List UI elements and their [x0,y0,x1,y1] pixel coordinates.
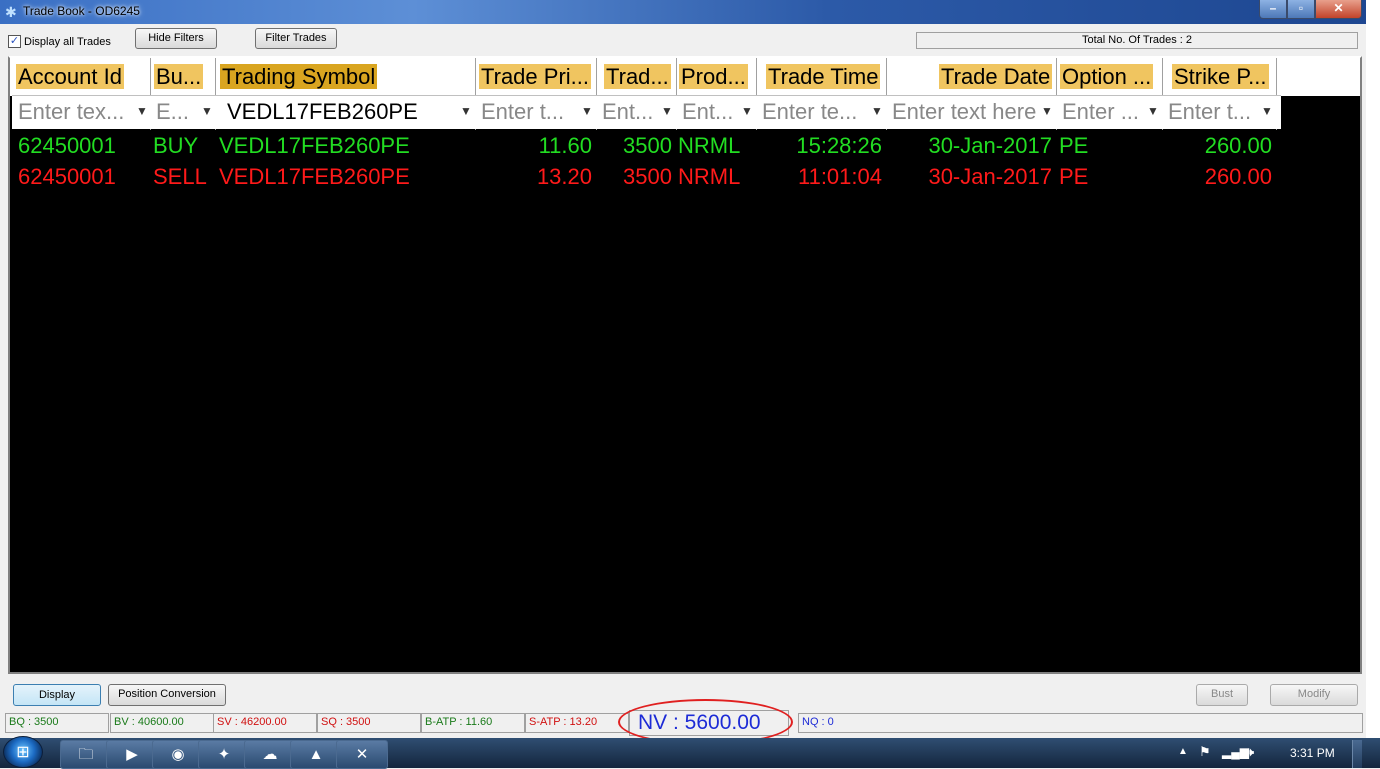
hide-filters-button[interactable]: Hide Filters [135,28,217,49]
filter-input-trading-symbol[interactable]: VEDL17FEB260PE [216,95,486,129]
cell-strike-price[interactable]: 260.00 [1166,131,1272,161]
display-button[interactable]: Display [13,684,101,706]
taskbar-clock[interactable]: 3:31 PM [1290,746,1335,760]
media-player-icon[interactable]: ▶ [106,740,158,769]
chrome-icon[interactable]: ◉ [152,740,204,769]
status-buy-qty: BQ : 3500 [5,713,109,733]
filter-funnel-icon[interactable]: ▼ [201,104,213,118]
column-header-trade-time[interactable]: Trade Time [766,61,882,93]
show-desktop-button[interactable] [1352,740,1362,768]
column-header-strike-price[interactable]: Strike P... [1172,61,1274,93]
close-button[interactable]: ✕ [1315,0,1362,19]
title-bar[interactable] [0,0,1380,24]
cell-trading-symbol[interactable]: VEDL17FEB260PE [219,131,410,161]
status-sell-atp: S-ATP : 13.20 [525,713,629,733]
column-header-trading-symbol[interactable]: Trading Symbol [220,61,472,93]
total-trades-count: Total No. Of Trades : 2 [916,32,1358,49]
display-all-trades-checkbox[interactable]: ✓ [8,35,21,48]
position-conversion-button[interactable]: Position Conversion [108,684,226,706]
column-header-trade-qty[interactable]: Trad... [604,61,674,93]
maximize-button[interactable]: ▫ [1287,0,1315,19]
cell-trade-date[interactable]: 30-Jan-2017 [890,131,1052,161]
filter-funnel-icon[interactable]: ▼ [1041,104,1053,118]
network-app-icon[interactable]: ☁ [244,740,296,769]
modify-button[interactable]: Modify [1270,684,1358,706]
status-sell-value: SV : 46200.00 [213,713,317,733]
status-net-qty: NQ : 0 [798,713,1363,733]
start-button-icon[interactable]: ⊞ [3,736,43,768]
desktop-edge [1366,0,1380,738]
display-all-trades-label: Display all Trades [24,36,111,48]
column-header-trade-price[interactable]: Trade Pri... [479,61,593,93]
app-icon: ✱ [5,4,17,20]
cell-account-id[interactable]: 62450001 [18,162,116,192]
status-sell-qty: SQ : 3500 [317,713,421,733]
bust-button[interactable]: Bust [1196,684,1248,706]
action-center-flag-icon[interactable]: ⚑ [1199,744,1211,760]
filter-funnel-icon[interactable]: ▼ [741,104,753,118]
cell-trade-date[interactable]: 30-Jan-2017 [890,162,1052,192]
column-header-account-id[interactable]: Account Id [16,61,148,93]
cell-trade-qty[interactable]: 3500 [600,131,672,161]
window-title: Trade Book - OD6245 [23,4,140,18]
cell-trade-time[interactable]: 11:01:04 [760,162,882,192]
status-buy-atp: B-ATP : 11.60 [421,713,525,733]
filter-funnel-icon[interactable]: ▼ [1147,104,1159,118]
status-buy-value: BV : 40600.00 [110,713,214,733]
chart-app-icon[interactable]: ▲ [290,740,342,769]
filter-input-account-id[interactable]: Enter tex... [12,95,156,129]
cell-product[interactable]: NRML [678,131,740,161]
cell-buy-sell[interactable]: BUY [153,131,198,161]
cell-strike-price[interactable]: 260.00 [1166,162,1272,192]
filter-input-trade-date[interactable]: Enter text here [887,95,1061,129]
column-header-buy-sell[interactable]: Bu... [154,61,212,93]
minimize-button[interactable]: – [1259,0,1287,19]
filter-funnel-icon[interactable]: ▼ [871,104,883,118]
trading-app-icon[interactable]: ✦ [198,740,250,769]
filter-funnel-icon[interactable]: ▼ [136,104,148,118]
filter-funnel-icon[interactable]: ▼ [1261,104,1273,118]
column-header-trade-date[interactable]: Trade Date [939,61,1053,93]
cell-option-type[interactable]: PE [1059,131,1088,161]
cell-trading-symbol[interactable]: VEDL17FEB260PE [219,162,410,192]
cell-account-id[interactable]: 62450001 [18,131,116,161]
tray-expand-icon[interactable]: ▲ [1178,746,1188,757]
cell-product[interactable]: NRML [678,162,740,192]
column-header-product[interactable]: Prod... [679,61,753,93]
column-header-option-type[interactable]: Option ... [1060,61,1156,93]
file-explorer-icon[interactable]: 🗀 [60,740,112,769]
cell-trade-qty[interactable]: 3500 [600,162,672,192]
filter-funnel-icon[interactable]: ▼ [661,104,673,118]
filter-funnel-icon[interactable]: ▼ [581,104,593,118]
cell-option-type[interactable]: PE [1059,162,1088,192]
cell-buy-sell[interactable]: SELL [153,162,207,192]
cell-trade-time[interactable]: 15:28:26 [760,131,882,161]
cell-trade-price[interactable]: 11.60 [480,131,592,161]
filter-trades-button[interactable]: Filter Trades [255,28,337,49]
cell-trade-price[interactable]: 13.20 [480,162,592,192]
volume-icon[interactable]: 🕪 [1246,744,1254,760]
network-signal-icon[interactable]: ▂▄▆ [1222,745,1249,759]
excel-icon[interactable]: ✕ [336,740,388,769]
filter-funnel-icon[interactable]: ▼ [460,104,472,118]
